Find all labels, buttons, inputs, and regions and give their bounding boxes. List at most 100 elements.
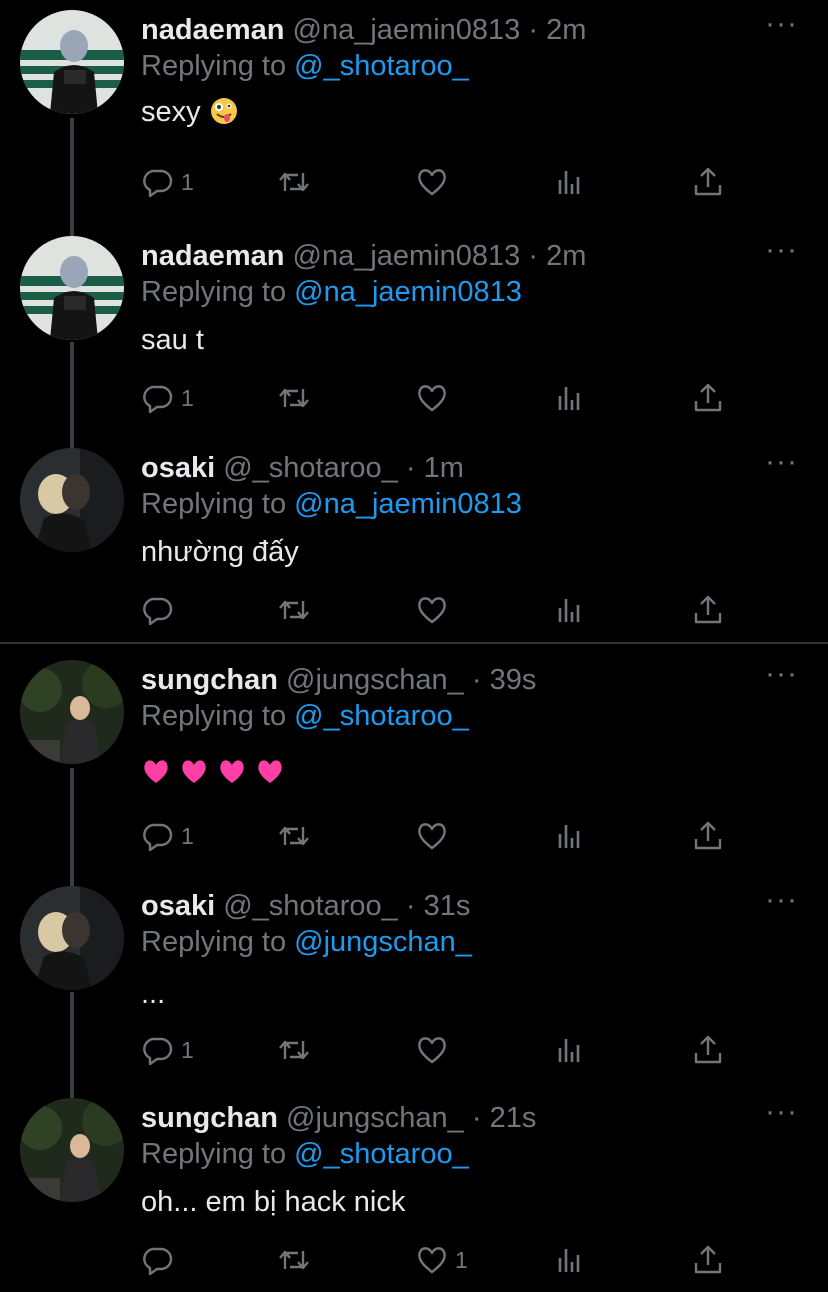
zany-face-emoji [209,96,239,126]
like-button[interactable] [415,590,455,630]
reply-button[interactable] [141,1240,181,1280]
tweet[interactable]: sungchan @jungschan_ · 21s ··· Replying … [0,1088,828,1292]
more-options-icon[interactable]: ··· [765,885,798,915]
user-handle[interactable]: @na_jaemin0813 [293,14,521,46]
mention-link[interactable]: @jungschan_ [294,926,472,958]
avatar[interactable] [20,1098,124,1202]
timestamp[interactable]: 39s [490,664,537,696]
like-button[interactable]: 1 [415,1240,468,1280]
separator-dot: · [528,240,539,272]
mention-link[interactable]: @na_jaemin0813 [294,276,522,308]
more-options-icon[interactable]: ··· [765,9,798,39]
timestamp[interactable]: 2m [546,14,586,46]
stats-button[interactable] [553,1030,587,1070]
retweet-button[interactable] [277,162,311,202]
tweet-actions: 1 [141,378,741,418]
timestamp[interactable]: 2m [546,240,586,272]
share-button[interactable] [691,162,725,202]
reply-count: 1 [181,822,194,849]
reply-button[interactable]: 1 [141,816,194,856]
tweet-header: nadaeman @na_jaemin0813 · 2m [141,12,768,48]
stats-button[interactable] [553,1240,587,1280]
share-icon [694,167,722,196]
display-name[interactable]: osaki [141,890,215,922]
share-button[interactable] [691,1240,725,1280]
reply-icon [143,823,173,852]
stats-icon [558,387,580,410]
timestamp[interactable]: 31s [424,890,471,922]
more-options-icon[interactable]: ··· [765,659,798,689]
retweet-button[interactable] [277,378,311,418]
tweet-text: oh... em bị hack nick [141,1184,405,1220]
retweet-button[interactable] [277,1240,311,1280]
replying-to: Replying to @_shotaroo_ [141,1136,469,1172]
user-handle[interactable]: @_shotaroo_ [223,890,398,922]
like-button[interactable] [415,816,455,856]
display-name[interactable]: nadaeman [141,240,284,272]
stats-button[interactable] [553,590,587,630]
like-button[interactable] [415,1030,455,1070]
stats-icon [558,1249,580,1272]
pink-heart-emoji [141,756,179,788]
tweet-text-content: nhường đấy [141,536,299,568]
stats-button[interactable] [553,816,587,856]
reply-button[interactable] [141,590,181,630]
user-handle[interactable]: @jungschan_ [286,664,464,696]
avatar[interactable] [20,660,124,764]
user-handle[interactable]: @na_jaemin0813 [293,240,521,272]
display-name[interactable]: nadaeman [141,14,284,46]
replying-to: Replying to @na_jaemin0813 [141,486,522,522]
tweet-actions: 1 [141,816,741,856]
more-options-icon[interactable]: ··· [765,235,798,265]
avatar[interactable] [20,10,124,114]
mention-link[interactable]: @_shotaroo_ [294,50,469,82]
reply-button[interactable]: 1 [141,1030,194,1070]
retweet-icon [279,826,309,846]
more-options-icon[interactable]: ··· [765,447,798,477]
like-button[interactable] [415,162,455,202]
avatar[interactable] [20,236,124,340]
share-button[interactable] [691,590,725,630]
share-button[interactable] [691,378,725,418]
tweet[interactable]: sungchan @jungschan_ · 39s ··· Replying … [0,650,828,876]
reply-button[interactable]: 1 [141,378,194,418]
retweet-icon [279,600,309,620]
tweet[interactable]: osaki @_shotaroo_ · 1m ··· Replying to @… [0,438,828,642]
tweet[interactable]: osaki @_shotaroo_ · 31s ··· Replying to … [0,876,828,1088]
retweet-button[interactable] [277,590,311,630]
display-name[interactable]: sungchan [141,664,278,696]
like-button[interactable] [415,378,455,418]
tweet-text-content: sau t [141,324,204,356]
mention-link[interactable]: @_shotaroo_ [294,700,469,732]
stats-icon [558,825,580,848]
reply-button[interactable]: 1 [141,162,194,202]
tweet-text: ... [141,976,165,1012]
user-handle[interactable]: @_shotaroo_ [223,452,398,484]
display-name[interactable]: osaki [141,452,215,484]
stats-button[interactable] [553,378,587,418]
tweet[interactable]: nadaeman @na_jaemin0813 · 2m ··· Replyin… [0,0,828,224]
share-button[interactable] [691,816,725,856]
timestamp[interactable]: 1m [424,452,464,484]
avatar[interactable] [20,886,124,990]
share-button[interactable] [691,1030,725,1070]
tweet[interactable]: nadaeman @na_jaemin0813 · 2m ··· Replyin… [0,226,828,438]
tweet-header: sungchan @jungschan_ · 39s [141,662,768,698]
stats-icon [558,599,580,622]
like-count: 1 [455,1246,468,1273]
tweet-header: osaki @_shotaroo_ · 1m [141,450,768,486]
reply-count: 1 [181,168,194,195]
avatar[interactable] [20,448,124,552]
display-name[interactable]: sungchan [141,1102,278,1134]
mention-link[interactable]: @na_jaemin0813 [294,488,522,520]
replying-label: Replying to [141,1138,287,1170]
stats-button[interactable] [553,162,587,202]
retweet-button[interactable] [277,816,311,856]
retweet-icon [279,172,309,192]
more-options-icon[interactable]: ··· [765,1097,798,1127]
timestamp[interactable]: 21s [490,1102,537,1134]
user-handle[interactable]: @jungschan_ [286,1102,464,1134]
tweet-header: osaki @_shotaroo_ · 31s [141,888,768,924]
mention-link[interactable]: @_shotaroo_ [294,1138,469,1170]
retweet-button[interactable] [277,1030,311,1070]
